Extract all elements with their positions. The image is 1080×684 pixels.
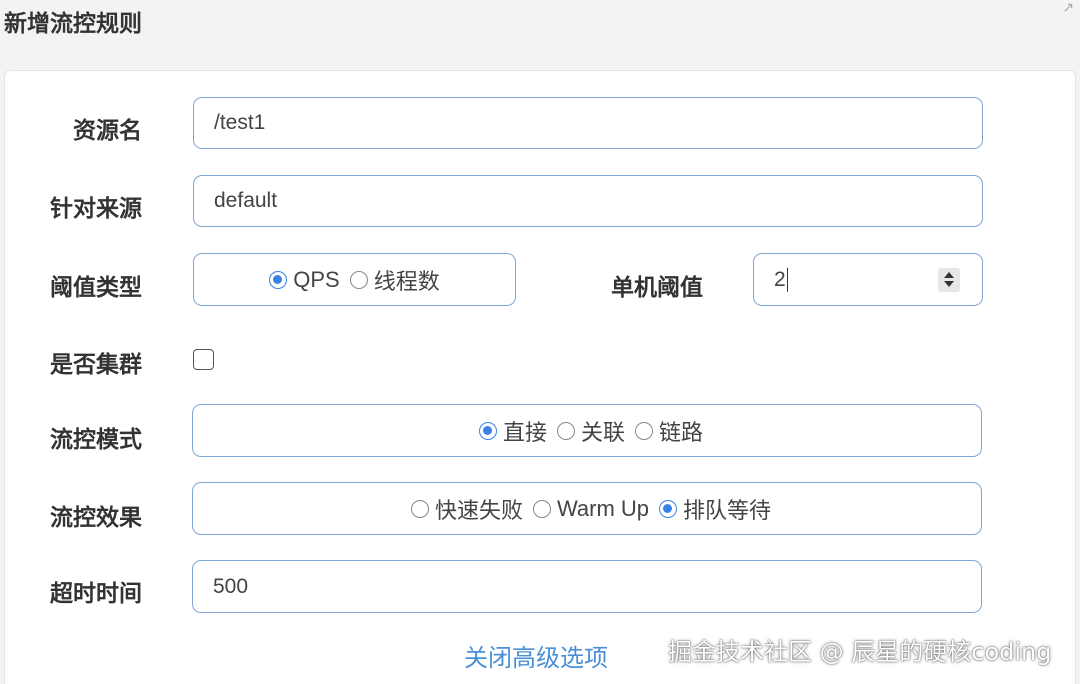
limit-app-label: 针对来源 [50,196,142,222]
behavior-option-warm-up[interactable]: Warm Up [532,496,649,522]
resize-corner-icon: ↗ [1062,0,1074,16]
radio-unchecked-icon[interactable] [532,499,551,518]
radio-unchecked-icon[interactable] [635,421,653,440]
limit-app-input[interactable]: default [193,175,983,227]
timeout-value: 500 [213,574,249,598]
control-behavior-label: 流控效果 [50,505,142,531]
radio-unchecked-icon[interactable] [410,499,429,518]
limit-app-value: default [214,189,278,212]
grade-label: 阈值类型 [50,275,142,301]
count-input[interactable]: 2 [753,253,983,306]
radio-unchecked-icon[interactable] [556,421,575,440]
strategy-radio-group: 直接 关联 链路 [192,404,982,457]
count-value-wrap: 2 [774,267,788,292]
control-behavior-options: 快速失败 Warm Up 排队等待 [193,493,981,525]
count-label: 单机阈值 [611,275,703,301]
cluster-checkbox[interactable] [193,349,214,370]
dialog-title: 新增流控规则 [4,11,142,37]
control-behavior-radio-group: 快速失败 Warm Up 排队等待 [192,482,982,535]
grade-radio-group: QPS 线程数 [193,253,516,306]
timeout-label: 超时时间 [50,581,142,607]
timeout-input[interactable]: 500 [192,560,982,613]
strategy-label: 流控模式 [50,427,142,453]
radio-checked-icon[interactable] [269,270,288,289]
text-caret [786,267,788,292]
behavior-option-queue[interactable]: 排队等待 [659,493,771,525]
resource-name-input[interactable]: /test1 [193,97,983,149]
radio-checked-icon[interactable] [659,499,678,518]
count-value: 2 [774,267,786,291]
resource-name-value: /test1 [214,111,266,134]
grade-option-qps[interactable]: QPS [269,267,340,293]
strategy-options: 直接 关联 链路 [193,415,981,447]
cluster-label: 是否集群 [50,352,142,378]
watermark: 掘金技术社区 @ 辰星的硬核coding [668,638,1052,666]
grade-option-thread[interactable]: 线程数 [349,264,440,296]
resource-name-label: 资源名 [73,118,142,144]
spinner-up-icon[interactable] [944,272,954,278]
spinner-down-icon[interactable] [944,281,954,287]
behavior-option-fail-fast[interactable]: 快速失败 [410,493,523,525]
strategy-option-direct[interactable]: 直接 [478,415,547,447]
radio-unchecked-icon[interactable] [349,270,368,289]
close-advanced-options-link[interactable]: 关闭高级选项 [464,638,608,673]
radio-checked-icon[interactable] [478,421,497,440]
strategy-option-relate[interactable]: 关联 [556,415,625,447]
number-spinner[interactable] [938,267,960,292]
grade-options: QPS 线程数 [194,264,515,296]
strategy-option-chain[interactable]: 链路 [635,415,703,447]
